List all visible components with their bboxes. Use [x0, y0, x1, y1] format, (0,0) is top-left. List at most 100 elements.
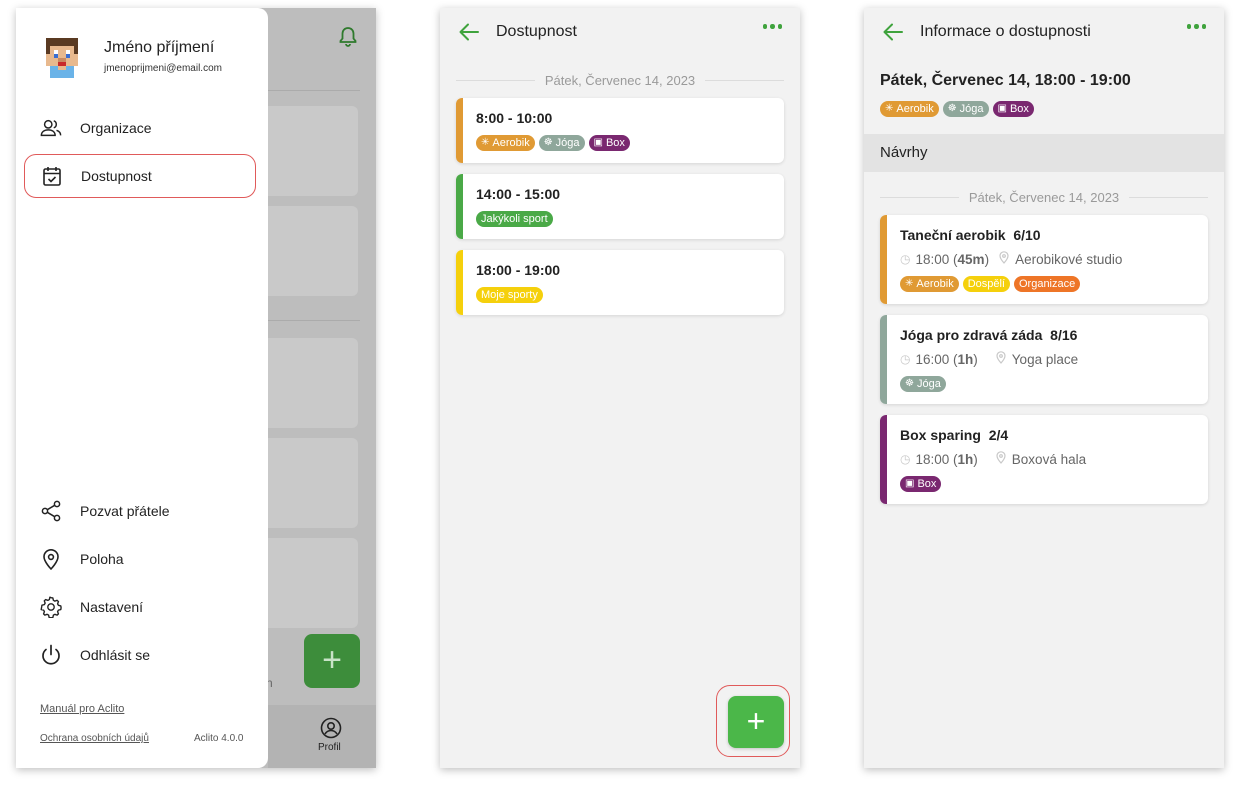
section-header: Návrhy [864, 134, 1224, 172]
suggestion-name: Jóga pro zdravá záda [900, 327, 1043, 343]
share-icon [40, 500, 62, 522]
tag-organizace: Organizace [1013, 276, 1081, 292]
suggestion-place: Boxová hala [1011, 451, 1087, 467]
suggestion-capacity: 6/10 [1013, 227, 1041, 243]
back-arrow-icon[interactable] [458, 22, 480, 42]
menu-item-poloha[interactable]: Poloha [24, 537, 256, 581]
yoga-icon: ☸ [543, 137, 553, 148]
background-card [266, 106, 358, 196]
app-version: Aclito 4.0.0 [194, 733, 244, 744]
suggestion-card[interactable]: Jóga pro zdravá záda 8/16 ◷ 16:00 (1h) Y… [880, 315, 1208, 404]
availability-slot-card[interactable]: 18:00 - 19:00 Moje sporty [456, 250, 784, 315]
date-label: Pátek, Červenec 14, 2023 [968, 189, 1120, 205]
location-pin-icon [996, 451, 1006, 467]
background-bottom-nav: Profil [268, 705, 376, 768]
menu-item-pozvat[interactable]: Pozvat přátele [24, 489, 256, 533]
tag-box: ▣ Box [992, 101, 1034, 117]
availability-slot-card[interactable]: 8:00 - 10:00 ✳ Aerobik ☸ Jóga ▣ Box [456, 98, 784, 163]
suggestion-title: Taneční aerobik 6/10 [900, 227, 1041, 243]
background-bell-icon [338, 26, 358, 48]
power-icon [40, 644, 62, 666]
suggestion-color-bar [880, 415, 887, 504]
page-title: Informace o dostupnosti [920, 23, 1091, 40]
tag-moje-sporty: Moje sporty [476, 287, 543, 303]
suggestion-time: 18:00 [915, 251, 950, 267]
suggestion-place: Yoga place [1011, 351, 1079, 367]
tag-box: ▣ Box [588, 135, 630, 151]
background-card [266, 338, 358, 428]
menu-label: Odhlásit se [80, 647, 151, 663]
slot-tags: Moje sporty [476, 287, 543, 303]
menu-item-nastaveni[interactable]: Nastavení [24, 585, 256, 629]
nav-profile-label: Profil [318, 742, 341, 753]
background-card [266, 206, 358, 296]
suggestion-color-bar [880, 315, 887, 404]
slot-title: Pátek, Červenec 14, 18:00 - 19:00 [880, 72, 1131, 89]
clock-icon: ◷ [900, 352, 911, 366]
aerobic-icon: ✳ [481, 137, 490, 148]
suggestion-time: 18:00 [915, 451, 950, 467]
tag-joga: ☸ Jóga [942, 101, 989, 117]
suggestion-duration: 1h [957, 451, 974, 467]
more-options-icon[interactable] [762, 24, 782, 29]
privacy-link[interactable]: Ochrana osobních údajů [40, 733, 149, 744]
menu-label: Pozvat přátele [80, 503, 170, 519]
suggestion-capacity: 8/16 [1050, 327, 1078, 343]
slot-tags: ✳ Aerobik ☸ Jóga ▣ Box [476, 135, 630, 151]
more-options-icon[interactable] [1186, 24, 1206, 29]
tag-joga: ☸ Jóga [900, 376, 946, 392]
tag-box: ▣ Box [900, 476, 942, 492]
add-availability-button[interactable]: + [728, 696, 784, 748]
aerobic-icon: ✳ [885, 103, 894, 114]
tag-jakykoli-sport: Jakýkoli sport [476, 211, 553, 227]
suggestion-place: Aerobikové studio [1015, 251, 1123, 267]
menu-label: Nastavení [80, 599, 144, 615]
menu-item-organizace[interactable]: Organizace [24, 106, 256, 150]
people-icon [40, 117, 62, 139]
section-title: Návrhy [880, 144, 928, 161]
availability-screen: Dostupnost Pátek, Červenec 14, 2023 8:00… [440, 8, 800, 768]
background-card [266, 438, 358, 528]
background-divider [266, 90, 360, 91]
suggestion-meta: ◷ 16:00 (1h) Yoga place [900, 351, 1079, 367]
suggestion-name: Box sparing [900, 427, 981, 443]
profile-icon [320, 717, 342, 744]
manual-link[interactable]: Manuál pro Aclito [40, 703, 124, 715]
slot-time: 14:00 - 15:00 [476, 186, 561, 202]
calendar-check-icon [41, 165, 63, 187]
navigation-drawer: Jméno příjmení jmenoprijmeni@email.com O… [16, 8, 268, 768]
top-bar: Dostupnost [440, 8, 800, 56]
suggestion-duration: 45m [957, 251, 985, 267]
suggestion-card[interactable]: Box sparing 2/4 ◷ 18:00 (1h) Boxová hala… [880, 415, 1208, 504]
suggestion-name: Taneční aerobik [900, 227, 1006, 243]
availability-info-screen: Informace o dostupnosti Pátek, Červenec … [864, 8, 1224, 768]
menu-item-odhlasit[interactable]: Odhlásit se [24, 633, 256, 677]
gear-icon [40, 596, 62, 618]
box-icon: ▣ [593, 137, 603, 148]
slot-time: 8:00 - 10:00 [476, 110, 553, 126]
suggestion-card[interactable]: Taneční aerobik 6/10 ◷ 18:00 (45m) Aerob… [880, 215, 1208, 304]
tag-aerobik: ✳ Aerobik [476, 135, 535, 151]
menu-item-dostupnost[interactable]: Dostupnost [24, 154, 256, 198]
menu-label: Dostupnost [81, 168, 152, 184]
clock-icon: ◷ [900, 452, 911, 466]
location-pin-icon [996, 351, 1006, 367]
clock-icon: ◷ [900, 252, 911, 266]
drawer-screen: n + Profil Jméno příjmení jmenoprijmeni@… [16, 8, 376, 768]
suggestion-tags: ▣ Box [900, 476, 942, 492]
suggestion-tags: ☸ Jóga [900, 376, 946, 392]
suggestion-capacity: 2/4 [988, 427, 1009, 443]
back-arrow-icon[interactable] [882, 22, 904, 42]
background-card [266, 538, 358, 628]
box-icon: ▣ [997, 103, 1007, 114]
menu-label: Organizace [80, 120, 152, 136]
tag-dospeli: Dospělí [962, 276, 1010, 292]
avatar[interactable] [46, 38, 78, 78]
slot-color-bar [456, 98, 463, 163]
user-email: jmenoprijmeni@email.com [104, 63, 222, 74]
slot-time: 18:00 - 19:00 [476, 262, 561, 278]
location-pin-icon [999, 251, 1009, 267]
slot-color-bar [456, 250, 463, 315]
suggestion-title: Box sparing 2/4 [900, 427, 1008, 443]
availability-slot-card[interactable]: 14:00 - 15:00 Jakýkoli sport [456, 174, 784, 239]
